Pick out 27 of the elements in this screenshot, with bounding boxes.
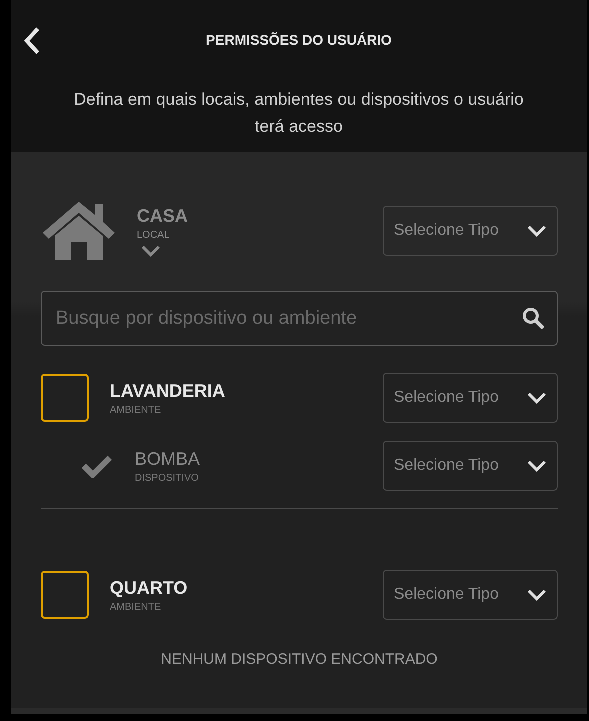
checkbox[interactable]: [41, 374, 89, 422]
type-select[interactable]: Selecione Tipo: [383, 570, 558, 620]
search-icon[interactable]: [522, 307, 544, 329]
page-title: PERMISSÕES DO USUÁRIO: [206, 32, 392, 48]
empty-message: NENHUM DISPOSITIVO ENCONTRADO: [160, 651, 439, 668]
search-field[interactable]: Busque por dispositivo ou ambiente: [41, 291, 558, 346]
type-select[interactable]: Selecione Tipo: [383, 441, 558, 491]
chevron-down-icon: [527, 460, 547, 472]
subtitle: Defina em quais locais, ambientes ou dispositivos o usuário terá acesso: [73, 89, 525, 138]
checkmark-icon[interactable]: [81, 454, 113, 478]
type-select[interactable]: Selecione Tipo: [383, 373, 558, 423]
location-type: LOCAL: [137, 230, 170, 240]
back-icon[interactable]: [23, 26, 41, 56]
room-type: AMBIENTE: [110, 404, 162, 416]
device-type: DISPOSITIVO: [135, 472, 200, 484]
room-name: LAVANDERIA: [110, 380, 226, 402]
location-name: CASA: [137, 206, 188, 226]
type-select[interactable]: Selecione Tipo: [383, 206, 558, 256]
room-type: AMBIENTE: [110, 602, 162, 612]
checkbox[interactable]: [41, 571, 89, 619]
device-name: BOMBA: [135, 448, 202, 470]
chevron-down-icon: [527, 589, 547, 601]
room-name: QUARTO: [110, 578, 189, 598]
chevron-down-icon: [527, 392, 547, 404]
expand-icon[interactable]: [141, 244, 161, 256]
chevron-down-icon: [527, 225, 547, 237]
house-icon: [41, 200, 117, 262]
